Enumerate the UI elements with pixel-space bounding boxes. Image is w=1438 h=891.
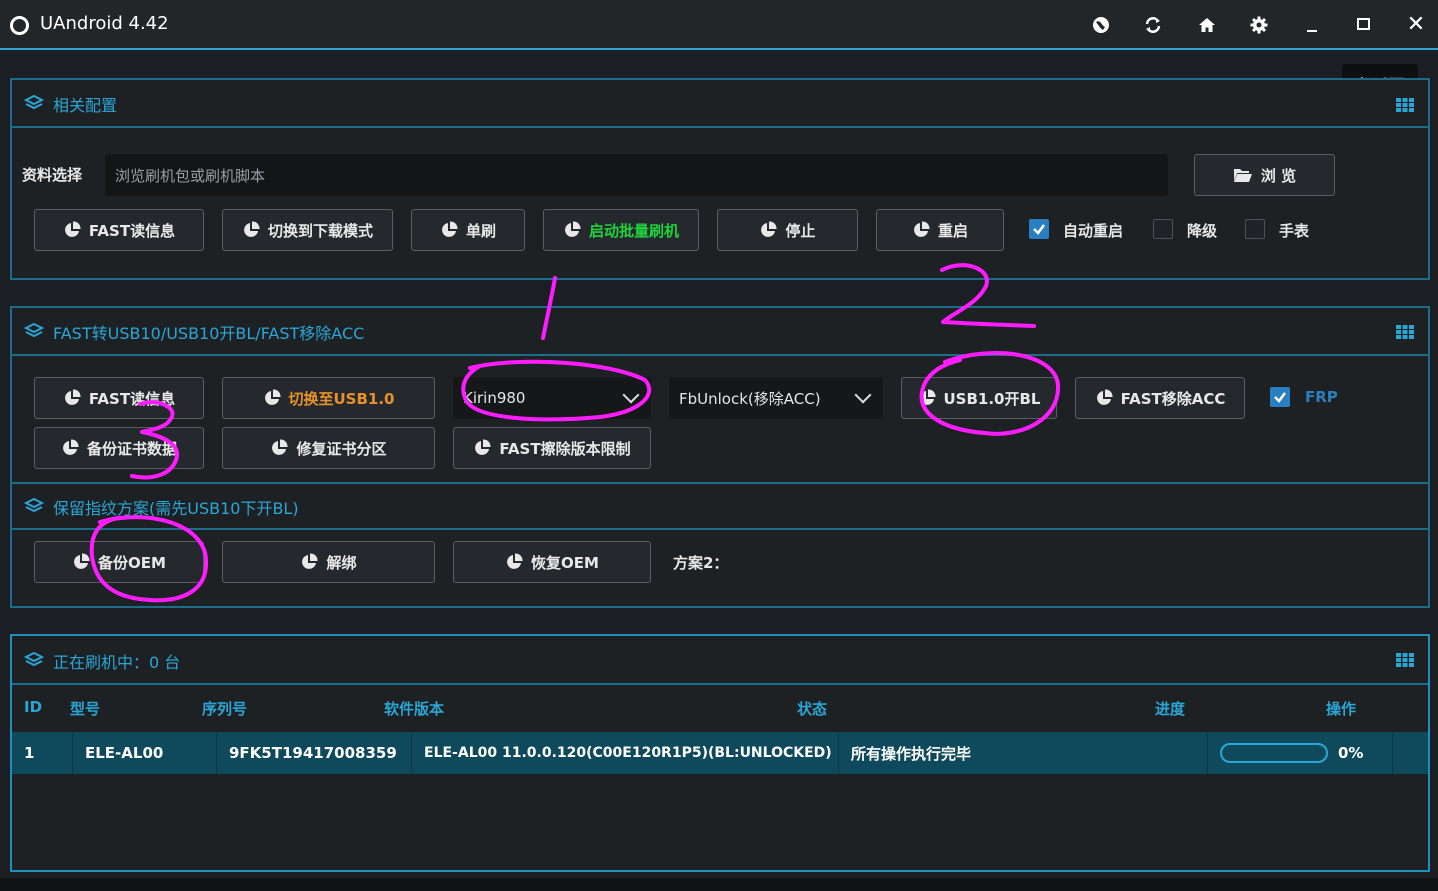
- annotation-circle-oem: [89, 515, 209, 603]
- annotation-number-3: [130, 400, 180, 480]
- annotation-overlay: [89, 263, 1061, 603]
- annotation-circle-chip: [461, 359, 652, 422]
- annotation-number-1: [541, 276, 557, 340]
- annotation-number-2: [940, 263, 1036, 328]
- annotation-circle-usb: [919, 351, 1061, 436]
